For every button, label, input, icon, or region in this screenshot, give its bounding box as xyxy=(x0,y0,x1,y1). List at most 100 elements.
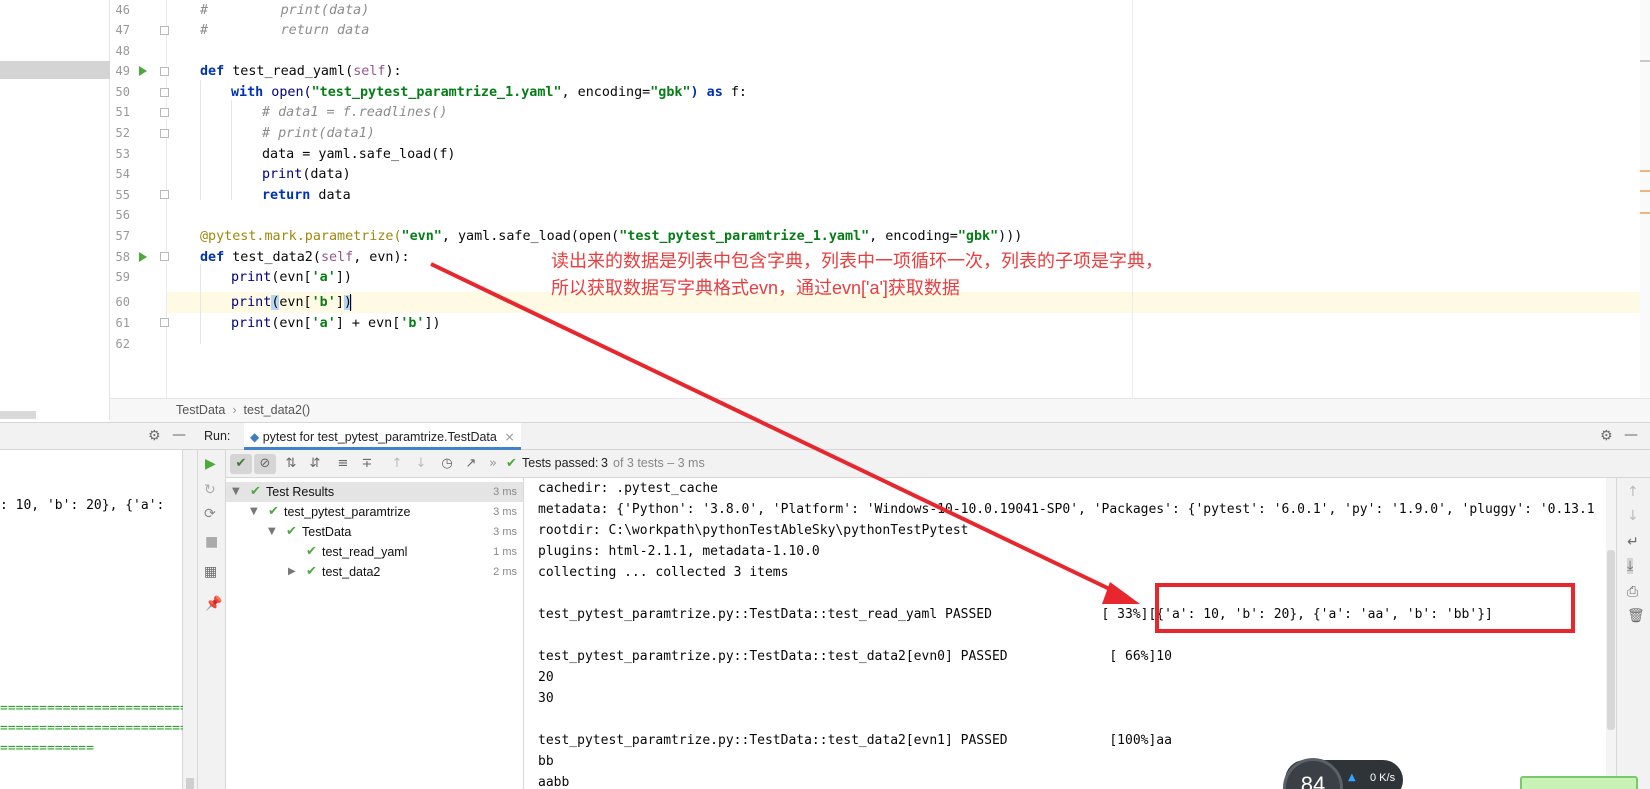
code-line[interactable]: def test_read_yaml(self): xyxy=(200,61,402,82)
run-test-gutter-icon[interactable] xyxy=(139,252,147,262)
chevron-down-icon[interactable]: ▼ xyxy=(250,502,258,522)
toggle-auto-test-icon[interactable]: ⟳ xyxy=(204,506,216,522)
chevron-down-icon[interactable]: ▼ xyxy=(268,522,276,542)
scroll-thumb[interactable] xyxy=(1607,550,1615,730)
error-stripe-mark[interactable] xyxy=(1640,60,1650,62)
fold-icon[interactable] xyxy=(160,190,169,199)
up-icon[interactable]: ↑ xyxy=(1627,484,1639,500)
tree-node-time: 3 ms xyxy=(493,526,517,538)
collapse-all-icon[interactable]: ∓ xyxy=(356,454,378,474)
tree-node-test[interactable]: ✔ test_read_yaml 1 ms xyxy=(226,542,523,562)
code-line[interactable]: with open("test_pytest_paramtrize_1.yaml… xyxy=(231,82,747,103)
line-number: 48 xyxy=(115,44,130,58)
line-number: 59 xyxy=(115,270,130,284)
run-label: Run: xyxy=(204,429,231,443)
fold-icon[interactable] xyxy=(160,108,169,117)
print-icon[interactable]: ⎙ xyxy=(1627,584,1638,600)
run-tool-header: Run: ◆ pytest for test_pytest_paramtrize… xyxy=(198,422,1650,450)
string-literal: 'b' xyxy=(311,295,336,310)
tree-node-time: 1 ms xyxy=(493,546,517,558)
fold-icon[interactable] xyxy=(160,318,169,327)
fold-icon[interactable] xyxy=(160,67,169,76)
passed-check-icon: ✔ xyxy=(306,544,317,559)
passed-check-icon: ✔ xyxy=(268,504,279,519)
console-scrollbar[interactable] xyxy=(1606,478,1616,789)
code-text: open( xyxy=(263,85,312,100)
stop-icon[interactable]: ■ xyxy=(205,534,218,550)
fold-icon[interactable] xyxy=(160,129,169,138)
tree-node-test-results[interactable]: ▼ ✔ Test Results 3 ms xyxy=(226,482,523,502)
down-icon[interactable]: ↓ xyxy=(1627,508,1639,524)
minimize-icon[interactable]: — xyxy=(172,427,186,443)
history-icon[interactable]: ◷ xyxy=(436,454,458,474)
gear-icon[interactable]: ⚙ xyxy=(1600,428,1613,444)
expand-all-icon[interactable]: ≡ xyxy=(332,454,354,474)
code-line[interactable]: data = yaml.safe_load(f) xyxy=(262,144,455,165)
error-stripe-mark[interactable] xyxy=(1640,170,1650,172)
text-caret xyxy=(350,294,351,311)
tests-passed-count: 3 xyxy=(601,456,608,470)
passed-check-icon: ✔ xyxy=(250,484,261,499)
pin-icon[interactable]: 📌 xyxy=(205,596,222,612)
rerun-failed-icon[interactable]: ↻ xyxy=(204,482,216,498)
run-test-gutter-icon[interactable] xyxy=(139,66,147,76)
show-ignored-icon[interactable]: ⊘ xyxy=(254,454,276,474)
status-widget xyxy=(1520,776,1638,789)
code-line[interactable]: def test_data2(self, evn): xyxy=(200,247,410,268)
tree-node-class[interactable]: ▼ ✔ TestData 3 ms xyxy=(226,522,523,542)
close-icon[interactable]: × xyxy=(504,429,514,444)
scroll-to-end-icon[interactable]: ⤓ xyxy=(1627,558,1634,574)
code-line[interactable]: return data xyxy=(262,185,351,206)
code-line[interactable]: print(evn['a'] + evn['b']) xyxy=(231,313,441,334)
code-line[interactable]: @pytest.mark.parametrize("evn", yaml.saf… xyxy=(200,226,1022,247)
project-pane-scrollbar[interactable] xyxy=(0,411,36,419)
run-tab[interactable]: ◆ pytest for test_pytest_paramtrize.Test… xyxy=(244,423,521,450)
code-line[interactable]: # return data xyxy=(200,20,369,41)
layout-icon[interactable]: ▦ xyxy=(204,564,217,580)
code-line[interactable]: # print(data1) xyxy=(262,123,375,144)
tree-node-test[interactable]: ▶ ✔ test_data2 2 ms xyxy=(226,562,523,582)
tree-node-module[interactable]: ▼ ✔ test_pytest_paramtrize 3 ms xyxy=(226,502,523,522)
chevron-right-icon[interactable]: ▶ xyxy=(288,562,296,582)
next-failed-icon[interactable]: ↓ xyxy=(410,454,432,474)
code-line[interactable]: # data1 = f.readlines() xyxy=(262,102,447,123)
left-console-scrollbar[interactable] xyxy=(183,450,198,789)
passed-check-icon: ✔ xyxy=(306,564,317,579)
fold-icon[interactable] xyxy=(160,88,169,97)
keyword: ) as xyxy=(690,85,723,100)
fold-icon[interactable] xyxy=(160,26,169,35)
line-number: 46 xyxy=(115,3,130,17)
soft-wrap-icon[interactable]: ↵ xyxy=(1627,534,1639,550)
fold-icon[interactable] xyxy=(160,252,169,261)
code-line[interactable]: print(evn['b']) xyxy=(231,292,352,313)
more-icon[interactable]: » xyxy=(482,454,504,474)
console-output[interactable]: cachedir: .pytest_cache metadata: {'Pyth… xyxy=(524,478,1614,789)
breadcrumb-method[interactable]: test_data2() xyxy=(244,403,311,417)
chevron-down-icon[interactable]: ▼ xyxy=(232,482,240,502)
keyword: def xyxy=(200,64,225,79)
error-stripe-mark[interactable] xyxy=(1640,212,1650,214)
code-text: evn[ xyxy=(279,295,312,310)
breadcrumb-class[interactable]: TestData xyxy=(176,403,225,417)
scroll-thumb[interactable] xyxy=(186,778,194,789)
project-pane-selected-row[interactable] xyxy=(0,61,110,79)
rerun-icon[interactable]: ▶ xyxy=(205,456,216,472)
sort-alpha-icon[interactable]: ⇅ xyxy=(280,454,302,474)
left-console-line: : 10, 'b': 20}, {'a': xyxy=(0,498,165,513)
export-icon[interactable]: ↗ xyxy=(460,454,482,474)
trash-icon[interactable]: 🗑 xyxy=(1627,608,1645,624)
code-line[interactable]: # print(data) xyxy=(200,0,369,21)
run-vertical-toolbar: ▶ ↻ ⟳ ■ ▦ 📌 xyxy=(198,450,226,789)
show-passed-icon[interactable]: ✔ xyxy=(230,454,252,474)
previous-failed-icon[interactable]: ↑ xyxy=(386,454,408,474)
code-line[interactable]: print(evn['a']) xyxy=(231,267,352,288)
code-line[interactable]: print(data) xyxy=(262,164,351,185)
tree-node-label: test_data2 xyxy=(322,565,381,579)
minimize-icon[interactable]: — xyxy=(1624,427,1638,443)
error-stripe-mark[interactable] xyxy=(1640,190,1650,192)
annotation-text: 读出来的数据是列表中包含字典，列表中一项循环一次，列表的子项是字典， 所以获取数… xyxy=(551,248,1163,302)
indent-guide xyxy=(231,100,232,200)
gear-icon[interactable]: ⚙ xyxy=(148,428,161,444)
code-text: (evn[ xyxy=(271,270,312,285)
sort-duration-icon[interactable]: ⇵ xyxy=(304,454,326,474)
